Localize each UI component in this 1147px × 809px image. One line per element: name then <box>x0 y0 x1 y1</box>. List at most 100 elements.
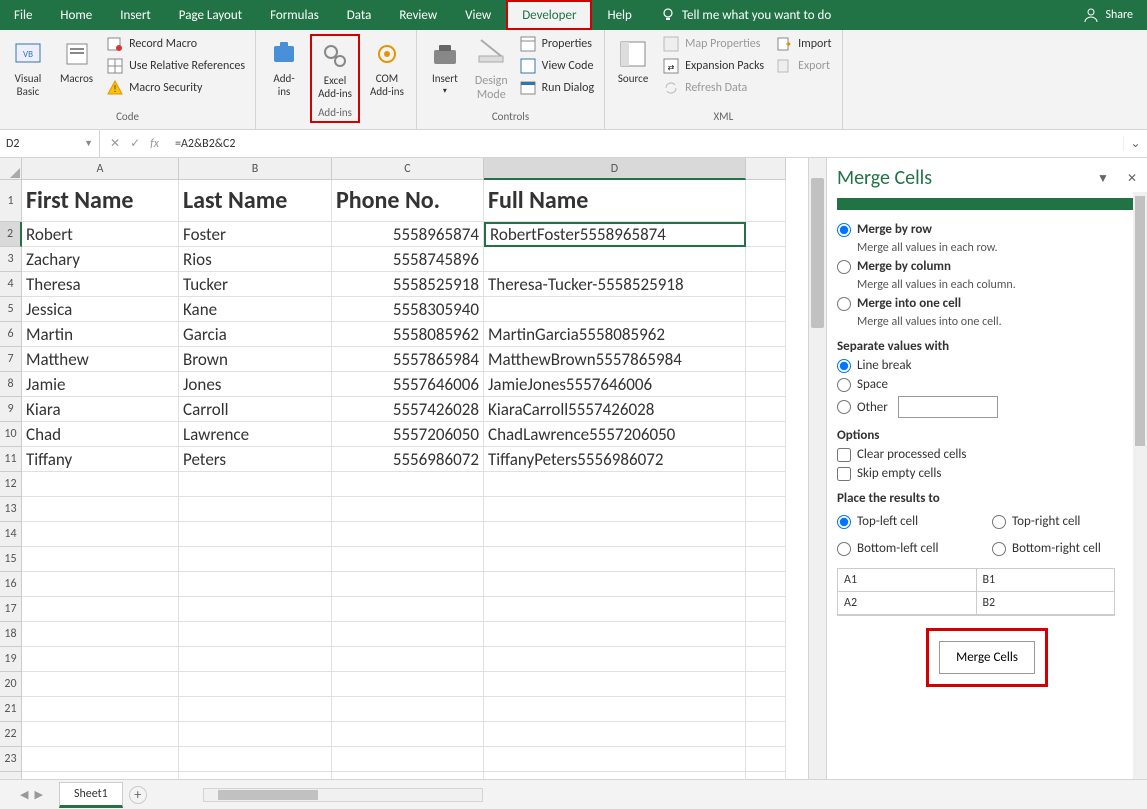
cell[interactable] <box>22 597 179 622</box>
cell[interactable]: Peters <box>179 447 332 472</box>
tab-view[interactable]: View <box>451 0 505 30</box>
table-row[interactable] <box>22 772 808 779</box>
cell[interactable] <box>746 322 786 347</box>
com-addins-button[interactable]: COM Add-ins <box>364 34 410 102</box>
cell[interactable] <box>22 497 179 522</box>
header-cell[interactable]: First Name <box>22 180 179 222</box>
cell[interactable]: Martin <box>22 322 179 347</box>
sep-space-option[interactable]: Space <box>837 377 1137 392</box>
cell[interactable]: Theresa <box>22 272 179 297</box>
cell[interactable] <box>179 497 332 522</box>
cell[interactable] <box>22 722 179 747</box>
row-header[interactable]: 7 <box>0 347 22 372</box>
enter-icon[interactable]: ✓ <box>130 136 140 151</box>
cell[interactable] <box>746 572 786 597</box>
place-tr-option[interactable]: Top-right cell <box>992 514 1137 529</box>
insert-control-button[interactable]: Insert▾ <box>423 34 467 101</box>
cell[interactable] <box>746 397 786 422</box>
view-code-button[interactable]: View Code <box>516 56 598 76</box>
row-header[interactable]: 21 <box>0 697 22 722</box>
table-row[interactable] <box>22 722 808 747</box>
cell[interactable]: Tiffany <box>22 447 179 472</box>
header-cell[interactable]: Last Name <box>179 180 332 222</box>
row-header[interactable]: 23 <box>0 747 22 772</box>
cell[interactable] <box>22 672 179 697</box>
macro-security-button[interactable]: !Macro Security <box>103 78 249 98</box>
table-row[interactable] <box>22 647 808 672</box>
table-row[interactable] <box>22 597 808 622</box>
cell[interactable]: Jones <box>179 372 332 397</box>
cell[interactable] <box>22 622 179 647</box>
table-row[interactable]: First Name Last Name Phone No. Full Name <box>22 180 808 222</box>
row-header[interactable]: 8 <box>0 372 22 397</box>
col-header-a[interactable]: A <box>22 158 179 180</box>
cell[interactable] <box>484 247 746 272</box>
cell[interactable] <box>22 747 179 772</box>
cell[interactable] <box>22 547 179 572</box>
cell[interactable]: JamieJones5557646006 <box>484 372 746 397</box>
row-header[interactable]: 1 <box>0 180 22 222</box>
fx-icon[interactable]: fx <box>150 137 159 151</box>
sep-other-input[interactable] <box>898 396 998 418</box>
cell[interactable] <box>179 522 332 547</box>
cell[interactable] <box>484 772 746 779</box>
table-row[interactable]: JessicaKane5558305940 <box>22 297 808 322</box>
cell[interactable] <box>746 722 786 747</box>
place-tl-option[interactable]: Top-left cell <box>837 514 982 529</box>
cell[interactable]: 5558305940 <box>332 297 484 322</box>
cell[interactable]: MatthewBrown5557865984 <box>484 347 746 372</box>
addins-button[interactable]: Add- ins <box>262 34 306 102</box>
tab-formulas[interactable]: Formulas <box>256 0 333 30</box>
merge-by-row-option[interactable]: Merge by row <box>837 222 1137 237</box>
cell[interactable] <box>484 572 746 597</box>
tab-page-layout[interactable]: Page Layout <box>165 0 256 30</box>
sep-linebreak-option[interactable]: Line break <box>837 358 1137 373</box>
cell[interactable] <box>22 572 179 597</box>
cell[interactable]: Robert <box>22 222 179 247</box>
cell[interactable] <box>484 697 746 722</box>
cell[interactable] <box>746 597 786 622</box>
row-header[interactable]: 15 <box>0 547 22 572</box>
cell[interactable]: 5557646006 <box>332 372 484 397</box>
cell[interactable]: Garcia <box>179 322 332 347</box>
cell[interactable]: TiffanyPeters5556986072 <box>484 447 746 472</box>
cell[interactable]: Brown <box>179 347 332 372</box>
excel-addins-button[interactable]: Excel Add-ins <box>312 36 358 104</box>
horizontal-scrollbar[interactable] <box>203 788 483 802</box>
export-button[interactable]: Export <box>772 56 835 76</box>
cell[interactable] <box>484 597 746 622</box>
merge-one-cell-option[interactable]: Merge into one cell <box>837 296 1137 311</box>
row-header[interactable]: 20 <box>0 672 22 697</box>
cell[interactable] <box>332 622 484 647</box>
pane-menu-icon[interactable]: ▼ <box>1097 171 1109 186</box>
cell[interactable]: MartinGarcia5558085962 <box>484 322 746 347</box>
place-br-option[interactable]: Bottom-right cell <box>992 541 1137 556</box>
macros-button[interactable]: Macros <box>54 34 99 89</box>
prev-sheet-icon[interactable]: ◀ <box>20 788 28 801</box>
expansion-packs-button[interactable]: ⇄Expansion Packs <box>659 56 768 76</box>
cell[interactable] <box>332 522 484 547</box>
cell[interactable] <box>484 672 746 697</box>
cell[interactable]: Zachary <box>22 247 179 272</box>
formula-input[interactable]: =A2&B2&C2 <box>169 137 1123 151</box>
table-row[interactable] <box>22 747 808 772</box>
tab-data[interactable]: Data <box>333 0 386 30</box>
clear-processed-option[interactable]: Clear processed cells <box>837 447 1137 462</box>
cell[interactable]: 5557426028 <box>332 397 484 422</box>
row-header[interactable]: 9 <box>0 397 22 422</box>
cell[interactable] <box>22 472 179 497</box>
cell[interactable] <box>746 347 786 372</box>
cell[interactable] <box>746 547 786 572</box>
cell[interactable]: Chad <box>22 422 179 447</box>
cell[interactable] <box>746 497 786 522</box>
header-cell[interactable]: Full Name <box>484 180 746 222</box>
cell[interactable]: 5558085962 <box>332 322 484 347</box>
cell[interactable] <box>746 247 786 272</box>
cell[interactable]: RobertFoster5558965874 <box>484 222 746 247</box>
row-header[interactable]: 16 <box>0 572 22 597</box>
header-cell[interactable]: Phone No. <box>332 180 484 222</box>
row-header[interactable]: 22 <box>0 722 22 747</box>
cell[interactable]: 5557206050 <box>332 422 484 447</box>
row-header[interactable]: 18 <box>0 622 22 647</box>
cell[interactable] <box>179 747 332 772</box>
